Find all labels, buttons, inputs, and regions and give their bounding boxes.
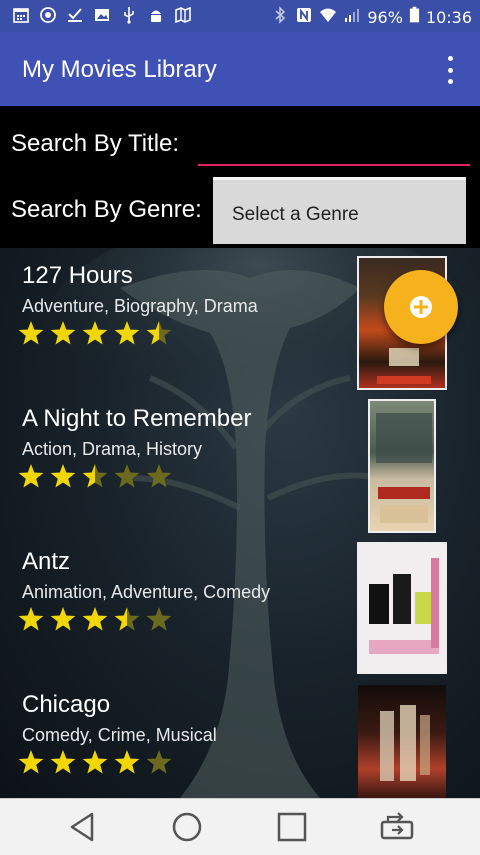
battery-percent: 96% — [367, 7, 403, 27]
back-icon[interactable] — [66, 811, 100, 843]
movie-title: 127 Hours — [22, 262, 133, 289]
movie-poster — [358, 685, 446, 798]
list-item[interactable]: Antz Animation, Adventure, Comedy — [0, 534, 480, 677]
list-item[interactable]: A Night to Remember Action, Drama, Histo… — [0, 391, 480, 534]
recents-icon[interactable] — [275, 811, 309, 843]
movie-genres: Adventure, Biography, Drama — [22, 296, 258, 316]
battery-icon — [409, 6, 420, 28]
star-icon — [50, 464, 76, 488]
movie-genres: Comedy, Crime, Musical — [22, 725, 217, 745]
more-vert-icon[interactable] — [440, 56, 460, 84]
star-icon — [114, 607, 140, 631]
star-icon — [114, 750, 140, 774]
rating-stars — [18, 321, 172, 345]
image-icon — [93, 6, 111, 24]
movie-genres: Animation, Adventure, Comedy — [22, 582, 271, 602]
star-icon — [146, 321, 172, 345]
star-icon — [18, 750, 44, 774]
add-circle-icon — [410, 296, 432, 318]
bluetooth-icon — [271, 6, 289, 28]
rotate-screen-icon[interactable] — [380, 811, 414, 843]
usb-icon — [120, 6, 138, 24]
star-icon — [82, 750, 108, 774]
movie-poster — [368, 399, 436, 533]
star-icon — [114, 464, 140, 488]
movie-genres: Action, Drama, History — [22, 439, 203, 459]
star-icon — [50, 321, 76, 345]
clock: 10:36 — [425, 7, 472, 27]
wifi-icon — [319, 6, 337, 28]
signal-icon — [343, 6, 361, 28]
app-bar: My Movies Library — [0, 32, 480, 106]
star-icon — [82, 321, 108, 345]
star-icon — [146, 464, 172, 488]
map-icon — [174, 6, 192, 24]
star-icon — [18, 321, 44, 345]
navigation-bar — [0, 798, 480, 855]
download-done-icon — [66, 6, 84, 24]
android-debug-icon — [147, 6, 165, 24]
star-icon — [50, 607, 76, 631]
vpn-icon — [39, 6, 57, 24]
star-icon — [82, 464, 108, 488]
search-panel: Search By Title: Search By Genre: Select… — [0, 106, 480, 248]
star-icon — [18, 607, 44, 631]
star-icon — [18, 464, 44, 488]
movie-poster — [357, 542, 447, 674]
rating-stars — [18, 464, 172, 488]
movie-title: Antz — [22, 548, 71, 575]
star-icon — [82, 607, 108, 631]
calendar-icon — [12, 6, 30, 24]
star-icon — [114, 321, 140, 345]
genre-spinner[interactable]: Select a Genre — [213, 177, 466, 244]
movie-title: Chicago — [22, 691, 111, 718]
search-genre-label: Search By Genre: — [11, 196, 202, 223]
genre-spinner-value: Select a Genre — [232, 204, 359, 225]
movie-title: A Night to Remember — [22, 405, 252, 432]
rating-stars — [18, 750, 172, 774]
nfc-icon — [295, 6, 313, 28]
status-bar: 96% 10:36 — [0, 0, 480, 32]
search-title-input[interactable] — [198, 136, 470, 166]
star-icon — [146, 750, 172, 774]
home-icon[interactable] — [170, 811, 204, 843]
list-item[interactable]: Chicago Comedy, Crime, Musical — [0, 677, 480, 798]
star-icon — [146, 607, 172, 631]
search-title-label: Search By Title: — [11, 130, 180, 157]
star-icon — [50, 750, 76, 774]
rating-stars — [18, 607, 172, 631]
app-title: My Movies Library — [22, 56, 217, 83]
add-movie-button[interactable] — [384, 270, 458, 344]
